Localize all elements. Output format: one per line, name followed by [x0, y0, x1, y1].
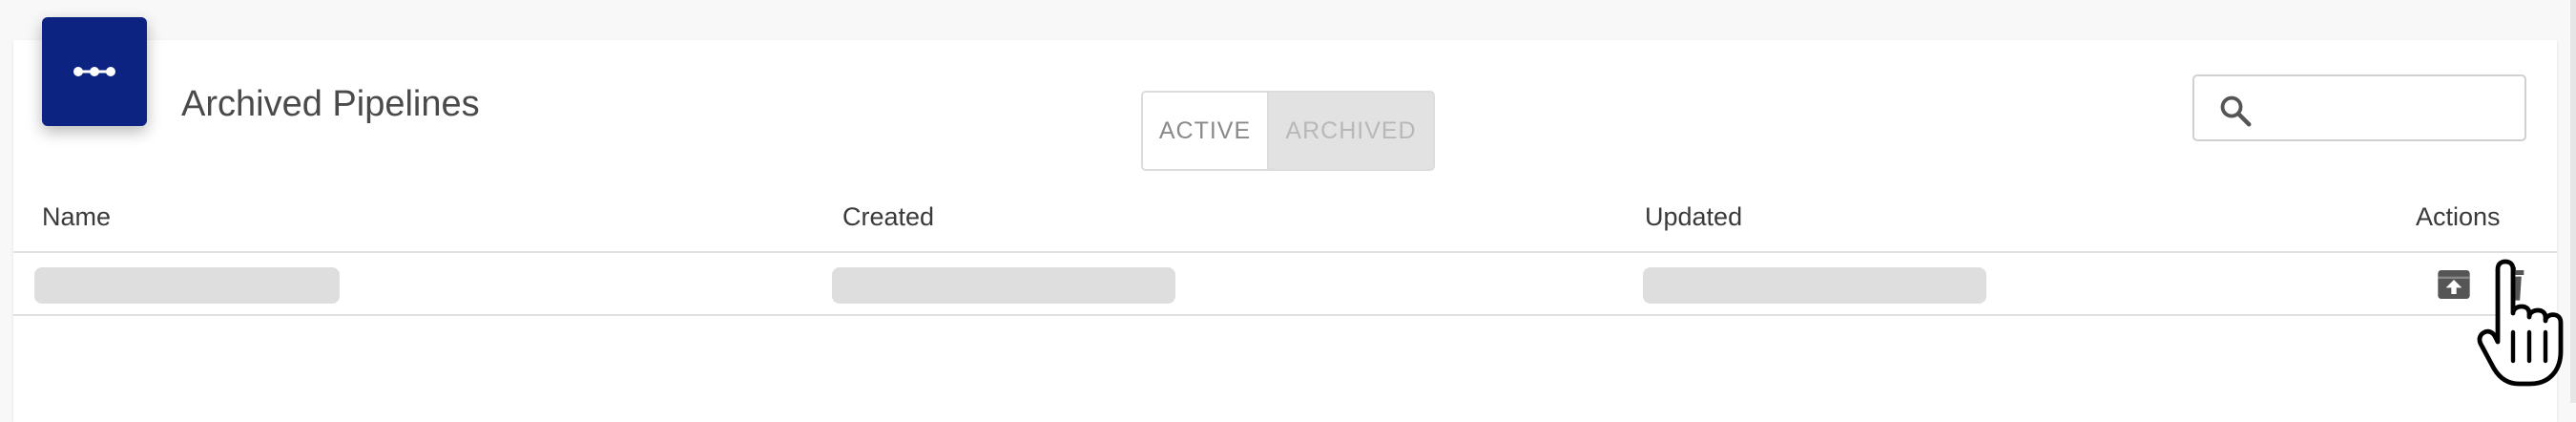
scrollbar-track[interactable]: [2570, 0, 2576, 403]
unarchive-icon[interactable]: [2435, 265, 2473, 304]
column-header-created[interactable]: Created: [842, 202, 934, 232]
column-header-updated[interactable]: Updated: [1645, 202, 1742, 232]
column-header-name[interactable]: Name: [42, 202, 111, 232]
search-icon: [2220, 95, 2252, 127]
view-toggle: ACTIVE ARCHIVED: [1141, 91, 1435, 171]
updated-cell-placeholder: [1643, 267, 1986, 304]
page-title: Archived Pipelines: [181, 84, 480, 124]
active-toggle-button[interactable]: ACTIVE: [1143, 93, 1269, 169]
created-cell-placeholder: [832, 267, 1175, 304]
pipeline-icon: [42, 17, 147, 126]
header-divider: [13, 251, 2557, 253]
trash-icon[interactable]: [2492, 265, 2530, 304]
row-divider: [13, 314, 2557, 316]
search-input[interactable]: [2265, 84, 2517, 134]
column-header-actions: Actions: [2416, 202, 2501, 231]
archived-toggle-button[interactable]: ARCHIVED: [1269, 93, 1433, 169]
search-box: [2192, 74, 2526, 141]
name-cell-placeholder: [34, 267, 340, 304]
